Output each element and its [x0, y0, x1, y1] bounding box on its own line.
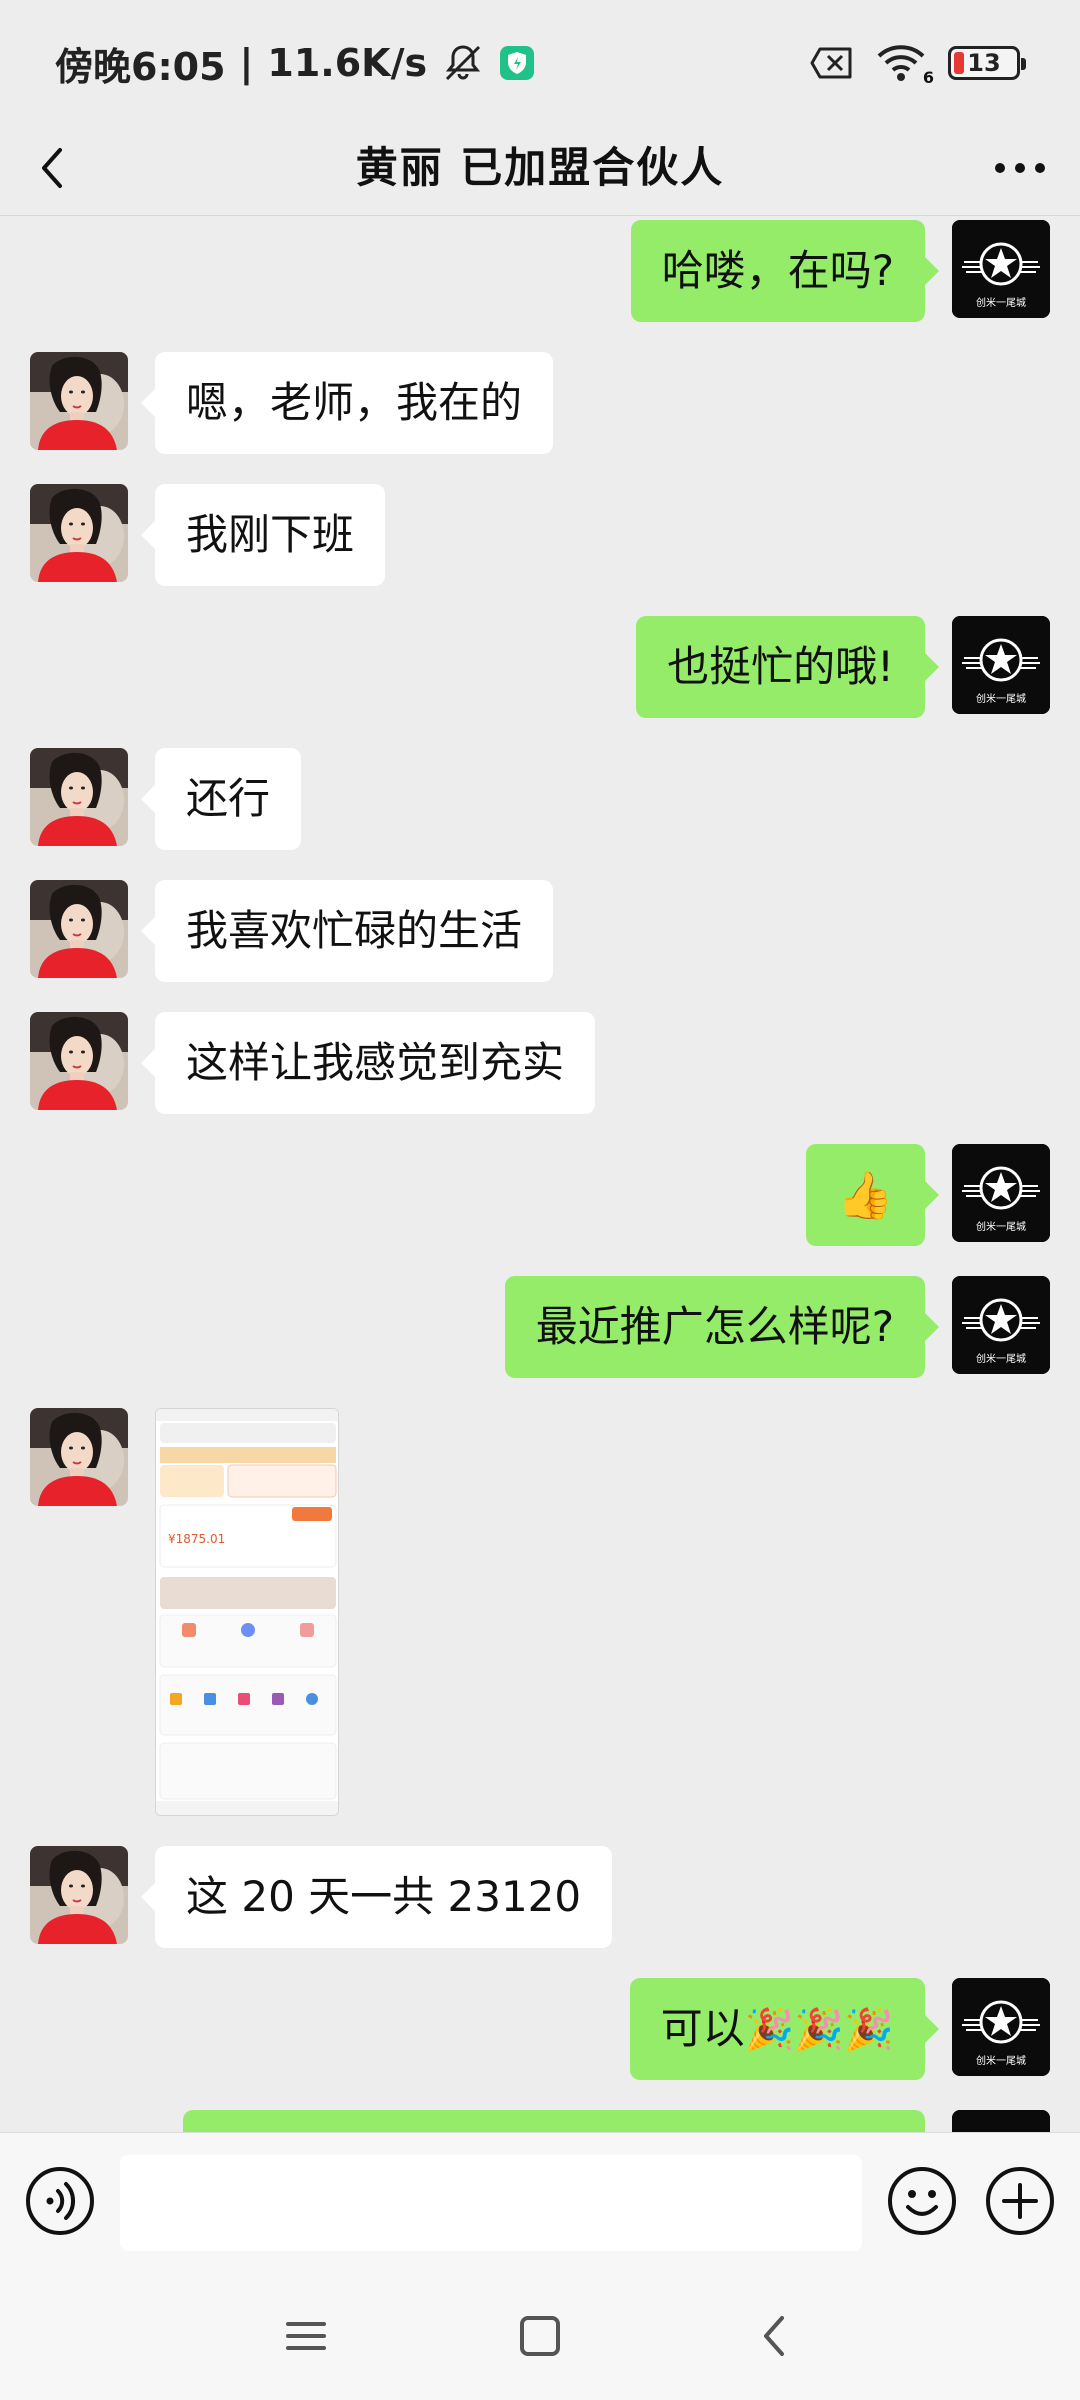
battery-icon: 13	[948, 46, 1026, 80]
chat-header: 黄丽 已加盟合伙人	[0, 120, 1080, 216]
message-bubble[interactable]: 嗯，老师，我在的	[140, 352, 554, 454]
system-navigation-bar	[0, 2270, 1080, 2400]
message-sent: 最近推广怎么样呢? 创米一尾城	[0, 1276, 1080, 1378]
message-input[interactable]	[120, 2155, 862, 2251]
message-sent: 👍 创米一尾城	[0, 1144, 1080, 1246]
status-bar: 傍晚6:05 | 11.6K/s 6 13	[0, 0, 1080, 120]
sender-avatar[interactable]: 创米一尾城	[952, 1276, 1050, 1374]
message-bubble[interactable]: 最近推广怎么样呢?	[504, 1276, 940, 1378]
message-received: 我刚下班	[0, 484, 1080, 586]
message-received: 我喜欢忙碌的生活	[0, 880, 1080, 982]
message-received: 这样让我感觉到充实	[0, 1012, 1080, 1114]
message-bubble[interactable]: 我刚下班	[140, 484, 386, 586]
status-separator: |	[239, 41, 254, 85]
message-sent: 可以🎉🎉🎉 创米一尾城	[0, 1978, 1080, 2080]
voice-icon[interactable]	[24, 2165, 96, 2237]
message-bubble[interactable]: 我喜欢忙碌的生活	[140, 880, 554, 982]
status-time: 傍晚6:05	[55, 44, 226, 89]
contact-avatar[interactable]	[30, 1846, 128, 1944]
mute-bell-icon	[441, 41, 485, 85]
contact-avatar[interactable]	[30, 748, 128, 846]
back-icon[interactable]	[744, 2306, 804, 2366]
message-bubble[interactable]: 👍	[805, 1144, 940, 1246]
status-left: 傍晚6:05 | 11.6K/s	[55, 38, 535, 89]
avatar-text: 创米一尾城	[976, 694, 1026, 705]
more-options-icon[interactable]	[990, 142, 1050, 194]
avatar-text: 创米一尾城	[976, 1354, 1026, 1365]
sender-avatar[interactable]: 创米一尾城	[952, 616, 1050, 714]
sender-avatar[interactable]: 创米一尾城	[952, 1978, 1050, 2076]
status-network-speed: 11.6K/s	[267, 41, 428, 85]
message-text: 可以	[660, 2004, 745, 2053]
status-right: 6 13	[810, 40, 1026, 87]
wifi-icon: 6	[876, 43, 934, 87]
avatar-text: 创米一尾城	[976, 1222, 1026, 1233]
plus-icon[interactable]	[984, 2165, 1056, 2237]
contact-avatar[interactable]	[30, 880, 128, 978]
party-popper-emoji: 🎉🎉🎉	[744, 2007, 894, 2053]
message-sent-partial	[0, 2110, 1080, 2132]
sender-avatar[interactable]: 创米一尾城	[952, 220, 1050, 318]
sender-avatar[interactable]	[952, 2110, 1050, 2132]
preview-amount: ¥1875.01	[168, 1532, 225, 1546]
message-bubble[interactable]: 这 20 天一共 23120	[140, 1846, 613, 1948]
message-received: 嗯，老师，我在的	[0, 352, 1080, 454]
message-sent: 也挺忙的哦! 创米一尾城	[0, 616, 1080, 718]
chat-title: 黄丽 已加盟合伙人	[355, 143, 725, 192]
message-bubble[interactable]: 也挺忙的哦!	[636, 616, 939, 718]
message-sent: 哈喽，在吗? 创米一尾城	[0, 220, 1080, 322]
screenshot-preview: ¥1875.01	[156, 1409, 338, 1815]
message-received: 这 20 天一共 23120	[0, 1846, 1080, 1948]
avatar-text: 创米一尾城	[976, 298, 1026, 309]
home-icon[interactable]	[510, 2306, 570, 2366]
avatar-text: 创米一尾城	[976, 2056, 1026, 2067]
contact-avatar[interactable]	[30, 1408, 128, 1506]
emoji-icon[interactable]	[886, 2165, 958, 2237]
message-bubble[interactable]	[183, 2110, 925, 2132]
message-bubble[interactable]: 还行	[140, 748, 302, 850]
contact-avatar[interactable]	[30, 484, 128, 582]
sender-avatar[interactable]: 创米一尾城	[952, 1144, 1050, 1242]
contact-avatar[interactable]	[30, 352, 128, 450]
image-message-thumbnail[interactable]: ¥1875.01	[155, 1408, 339, 1816]
menu-icon[interactable]	[276, 2306, 336, 2366]
message-bubble[interactable]: 可以🎉🎉🎉	[629, 1978, 940, 2080]
message-bubble[interactable]: 这样让我感觉到充实	[140, 1012, 596, 1114]
shield-app-icon	[499, 45, 535, 81]
message-bubble[interactable]: 哈喽，在吗?	[630, 220, 940, 322]
battery-level: 13	[967, 49, 1001, 77]
message-received: 还行	[0, 748, 1080, 850]
contact-avatar[interactable]	[30, 1012, 128, 1110]
no-sim-icon	[810, 46, 854, 80]
wifi-label: 6	[922, 68, 934, 87]
input-bar	[0, 2132, 1080, 2270]
back-arrow-icon[interactable]	[26, 140, 82, 196]
